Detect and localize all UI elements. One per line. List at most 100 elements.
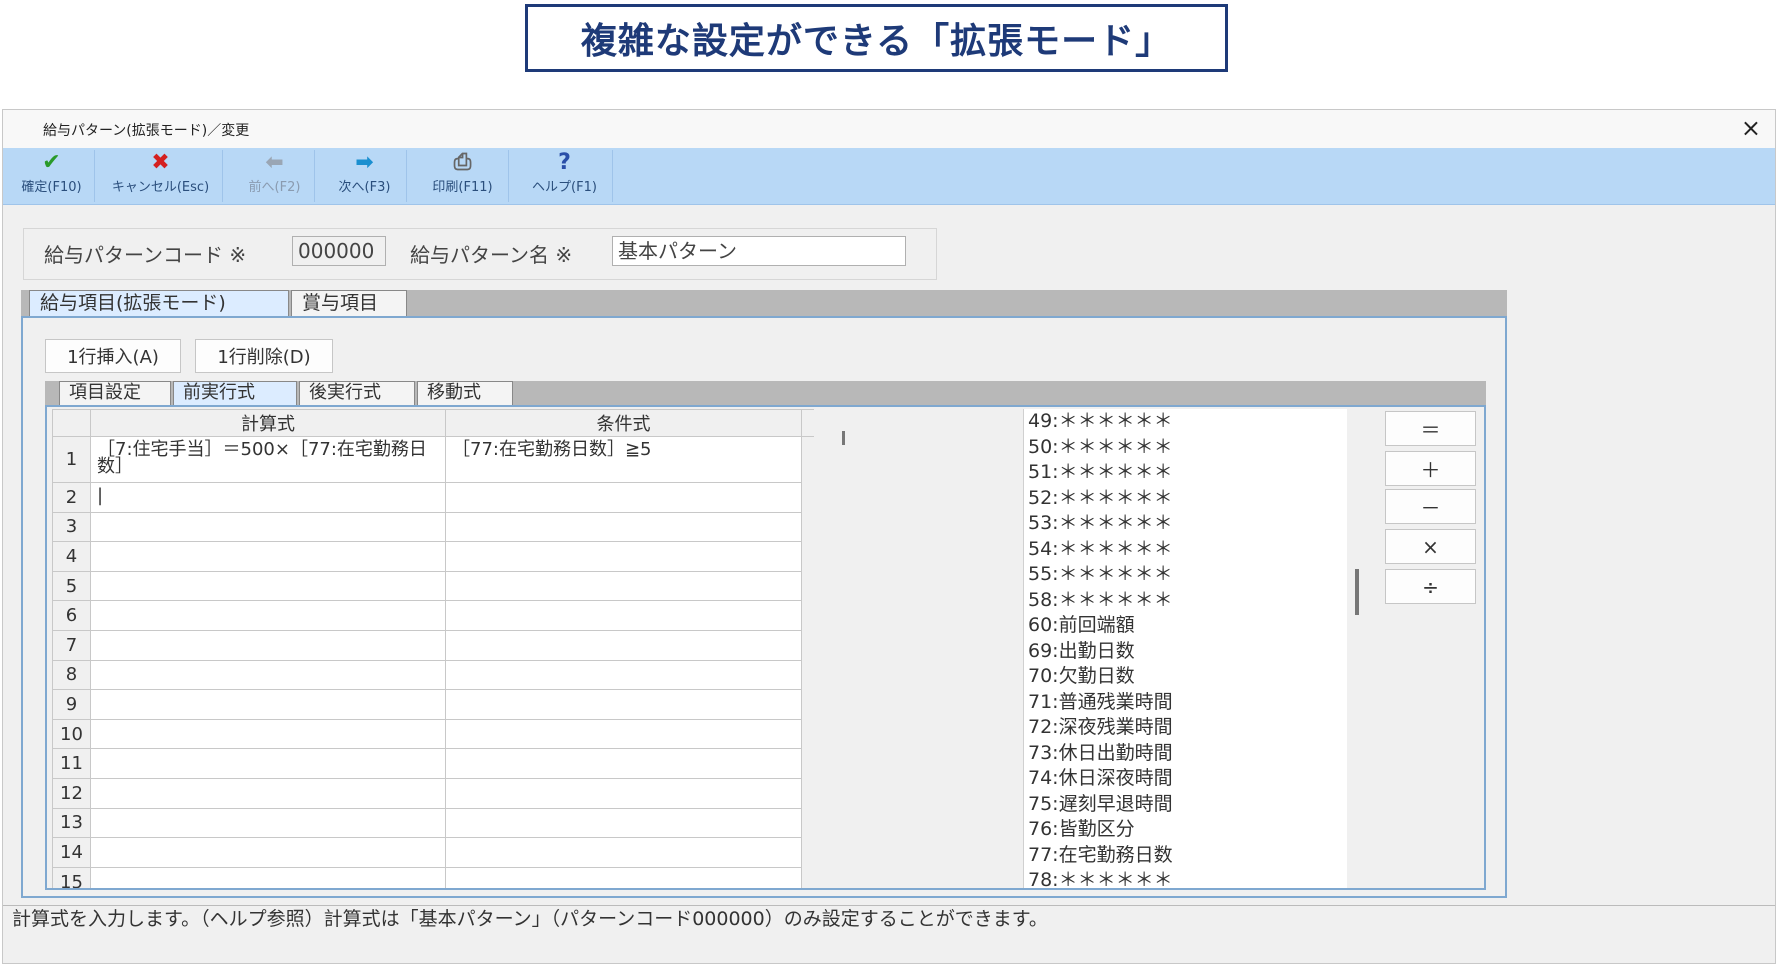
tab-move-expression[interactable]: 移動式: [417, 381, 513, 405]
insert-row-button[interactable]: 1行挿入(A): [45, 339, 181, 373]
list-item[interactable]: 51:＊＊＊＊＊＊: [1024, 460, 1366, 486]
grid-scroll-thumb[interactable]: [842, 431, 845, 445]
pattern-code-label: 給与パターンコード ※: [44, 243, 247, 267]
grid-row: 1 ［7:住宅手当］＝500×［77:在宅勤務日数］ ［77:在宅勤務日数］≧5: [52, 436, 814, 483]
column-header-condition: 条件式: [445, 409, 802, 437]
list-item[interactable]: 53:＊＊＊＊＊＊: [1024, 511, 1366, 537]
list-item[interactable]: 60:前回端額: [1024, 613, 1366, 639]
item-list-scrollbar[interactable]: [1347, 409, 1366, 888]
delete-row-button[interactable]: 1行削除(D): [195, 339, 333, 373]
confirm-button[interactable]: ✔ 確定(F10): [9, 150, 95, 202]
condition-cell[interactable]: [445, 629, 802, 661]
condition-cell[interactable]: [445, 866, 802, 888]
check-icon: ✔: [42, 150, 61, 175]
formula-cell[interactable]: [90, 629, 446, 661]
formula-cell[interactable]: [90, 837, 446, 868]
condition-cell[interactable]: [445, 837, 802, 868]
list-item[interactable]: 50:＊＊＊＊＊＊: [1024, 435, 1366, 461]
grid-row: 12: [52, 777, 814, 809]
print-label: 印刷(F11): [432, 180, 493, 195]
row-number: 6: [52, 600, 91, 631]
grid-row: 9: [52, 689, 814, 720]
status-bar: 計算式を入力します。（ヘルプ参照）計算式は「基本パターン」（パターンコード000…: [3, 905, 1775, 935]
formula-cell[interactable]: [90, 807, 446, 839]
condition-cell[interactable]: [445, 511, 802, 543]
row-number: 4: [52, 541, 91, 572]
divide-button[interactable]: ÷: [1385, 569, 1476, 604]
row-number: 15: [52, 866, 91, 888]
row-number: 12: [52, 777, 91, 809]
list-item[interactable]: 77:在宅勤務日数: [1024, 843, 1366, 869]
condition-cell[interactable]: [445, 689, 802, 720]
item-list[interactable]: 49:＊＊＊＊＊＊ 50:＊＊＊＊＊＊ 51:＊＊＊＊＊＊ 52:＊＊＊＊＊＊ …: [1023, 409, 1366, 888]
pattern-header: 給与パターンコード ※ 000000 給与パターン名 ※ 基本パターン: [23, 228, 937, 280]
formula-cell[interactable]: [90, 570, 446, 602]
condition-cell[interactable]: [445, 659, 802, 691]
condition-cell[interactable]: [445, 718, 802, 750]
grid-scrollbar[interactable]: [834, 409, 854, 888]
formula-cell[interactable]: [90, 511, 446, 543]
next-label: 次へ(F3): [338, 180, 391, 195]
list-item[interactable]: 70:欠勤日数: [1024, 664, 1366, 690]
tab-salary-items[interactable]: 給与項目(拡張モード): [29, 290, 289, 316]
list-item[interactable]: 55:＊＊＊＊＊＊: [1024, 562, 1366, 588]
list-item[interactable]: 58:＊＊＊＊＊＊: [1024, 588, 1366, 614]
formula-cell[interactable]: [90, 600, 446, 631]
formula-cell[interactable]: |: [90, 482, 446, 513]
condition-cell[interactable]: [445, 600, 802, 631]
list-item[interactable]: 74:休日深夜時間: [1024, 766, 1366, 792]
row-number: 1: [52, 436, 91, 483]
formula-cell[interactable]: [90, 718, 446, 750]
tab-item-settings[interactable]: 項目設定: [59, 381, 171, 405]
list-item[interactable]: 73:休日出勤時間: [1024, 741, 1366, 767]
list-item[interactable]: 78:＊＊＊＊＊＊: [1024, 868, 1366, 888]
list-item[interactable]: 76:皆勤区分: [1024, 817, 1366, 843]
item-list-scroll-thumb[interactable]: [1355, 569, 1359, 615]
formula-cell[interactable]: [90, 689, 446, 720]
pattern-name-field[interactable]: 基本パターン: [612, 236, 906, 266]
row-number: 8: [52, 659, 91, 691]
grid-row: 6: [52, 600, 814, 631]
tab-bonus-items[interactable]: 賞与項目: [291, 290, 407, 316]
condition-cell[interactable]: [445, 777, 802, 809]
list-item[interactable]: 49:＊＊＊＊＊＊: [1024, 409, 1366, 435]
list-item[interactable]: 54:＊＊＊＊＊＊: [1024, 537, 1366, 563]
equals-button[interactable]: ＝: [1385, 411, 1476, 446]
condition-cell[interactable]: ［77:在宅勤務日数］≧5: [445, 436, 802, 483]
condition-cell[interactable]: [445, 482, 802, 513]
minus-button[interactable]: －: [1385, 489, 1476, 524]
list-item[interactable]: 75:遅刻早退時間: [1024, 792, 1366, 818]
formula-cell[interactable]: [90, 541, 446, 572]
list-item[interactable]: 71:普通残業時間: [1024, 690, 1366, 716]
list-item[interactable]: 69:出勤日数: [1024, 639, 1366, 665]
pattern-name-label: 給与パターン名 ※: [410, 243, 573, 267]
print-button[interactable]: ⎙ 印刷(F11): [417, 150, 509, 202]
help-button[interactable]: ? ヘルプ(F1): [517, 150, 613, 202]
prev-button[interactable]: ⬅ 前へ(F2): [235, 150, 315, 202]
formula-cell[interactable]: [90, 748, 446, 779]
list-item[interactable]: 72:深夜残業時間: [1024, 715, 1366, 741]
condition-cell[interactable]: [445, 748, 802, 779]
confirm-label: 確定(F10): [21, 180, 82, 195]
tab-post-expression[interactable]: 後実行式: [299, 381, 415, 405]
tab-pre-expression[interactable]: 前実行式: [173, 381, 297, 405]
multiply-button[interactable]: ×: [1385, 529, 1476, 564]
plus-button[interactable]: ＋: [1385, 451, 1476, 486]
row-number: 14: [52, 837, 91, 868]
formula-cell[interactable]: [90, 866, 446, 888]
titlebar: 給与パターン(拡張モード)／変更 ×: [3, 110, 1775, 148]
row-number: 11: [52, 748, 91, 779]
row-number: 5: [52, 570, 91, 602]
pre-expression-panel: 計算式 条件式 1 ［7:住宅手当］＝500×［77:在宅勤務日数］ ［77:在…: [45, 405, 1486, 890]
cancel-button[interactable]: ✖ キャンセル(Esc): [99, 150, 223, 202]
close-icon[interactable]: ×: [1741, 114, 1761, 142]
condition-cell[interactable]: [445, 570, 802, 602]
condition-cell[interactable]: [445, 807, 802, 839]
grid-row: 3: [52, 511, 814, 543]
formula-cell[interactable]: [90, 659, 446, 691]
formula-cell[interactable]: [90, 777, 446, 809]
formula-cell[interactable]: ［7:住宅手当］＝500×［77:在宅勤務日数］: [90, 436, 446, 483]
next-button[interactable]: ➡ 次へ(F3): [323, 150, 407, 202]
list-item[interactable]: 52:＊＊＊＊＊＊: [1024, 486, 1366, 512]
condition-cell[interactable]: [445, 541, 802, 572]
